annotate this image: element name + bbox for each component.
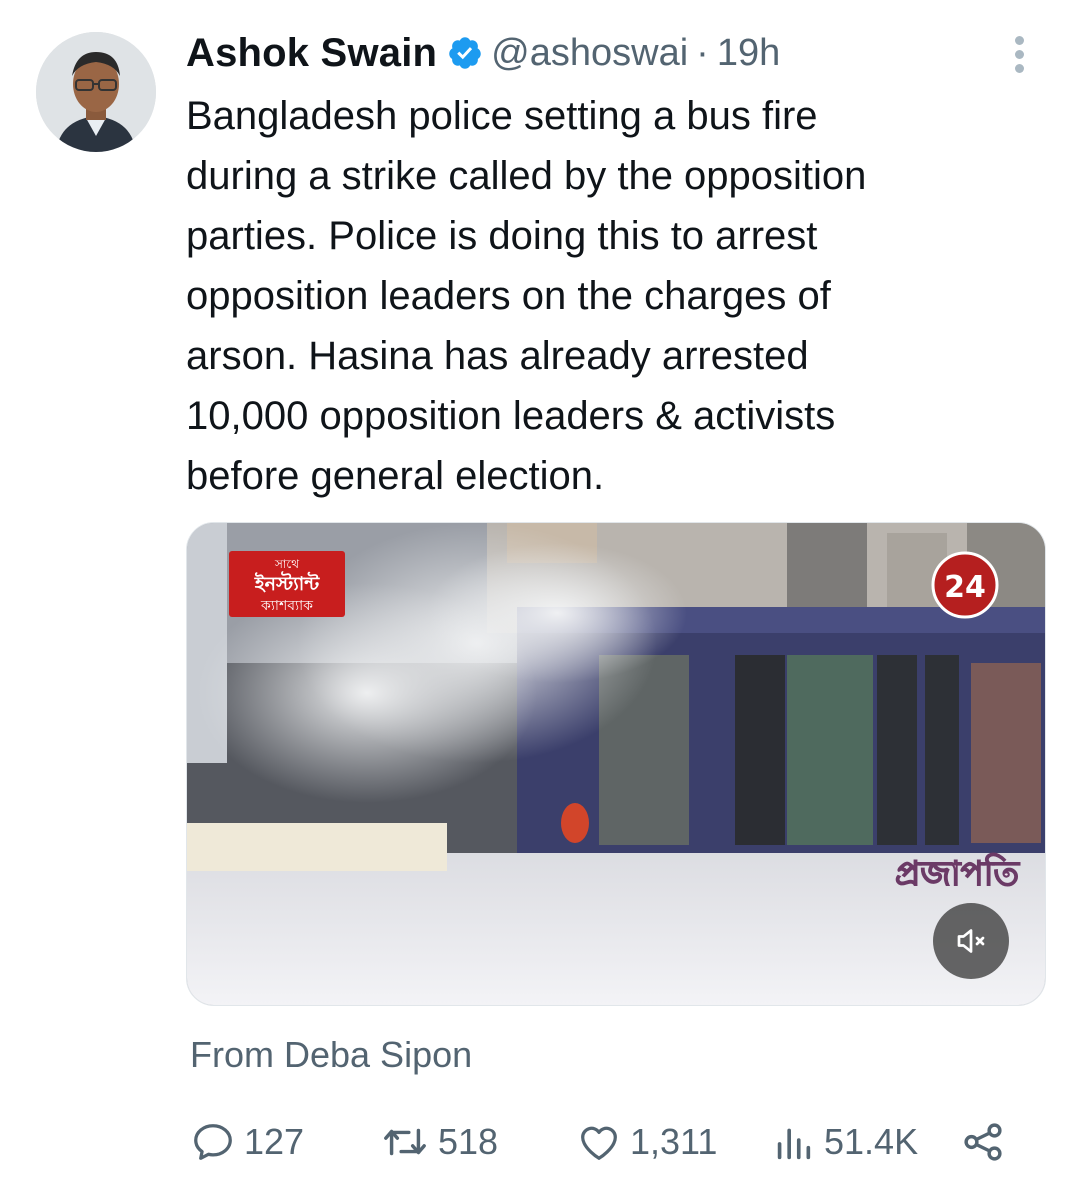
author-avatar[interactable] [36,32,156,152]
tweet-text-line: opposition leaders on the charges of [186,274,831,318]
repost-button[interactable]: 518 [380,1112,498,1172]
analytics-icon [777,1128,811,1160]
like-count: 1,311 [630,1121,718,1162]
tweet-text-line: during a strike called by the opposition [186,154,867,198]
mute-button[interactable] [933,903,1009,979]
reply-icon [194,1124,232,1160]
tweet-header: Ashok Swain @ashoswai · 19h [186,28,780,78]
like-button[interactable]: 1,311 [576,1112,717,1172]
tweet-text: Bangladesh police setting a bus fire dur… [186,86,1046,506]
tweet-text-line: arson. Hasina has already arrested [186,334,809,378]
repost-count: 518 [438,1121,499,1162]
heart-icon [581,1126,617,1160]
tweet-text-line: 10,000 opposition leaders & activists [186,394,836,438]
promo-badge-line: ক্যাশব্যাক [260,598,313,614]
author-name[interactable]: Ashok Swain [186,31,437,76]
promo-badge-line: সাথে [274,557,299,571]
avatar-photo [36,32,156,152]
reply-button[interactable]: 127 [190,1112,304,1172]
reply-count: 127 [244,1121,305,1162]
media-source-attribution[interactable]: From Deba Sipon [190,1034,472,1076]
bus-sign-text: প্রজাপতি [895,853,1020,894]
verified-badge-icon [449,37,481,69]
tweet-text-line: Bangladesh police setting a bus fire [186,94,818,138]
tweet-action-bar: 127 518 1,311 51.4K [190,1112,1020,1172]
author-handle[interactable]: @ashoswai [491,32,688,75]
video-frame: সাথে ইনস্ট্যান্ট ক্যাশব্যাক 24 প্রজাপতি [187,523,1045,1005]
video-player[interactable]: সাথে ইনস্ট্যান্ট ক্যাশব্যাক 24 প্রজাপতি [186,522,1046,1006]
channel-logo-text: 24 [944,570,986,605]
share-icon [964,1123,1002,1161]
share-button[interactable] [960,1112,1014,1172]
header-separator: · [696,31,709,74]
promo-badge-line: ইনস্ট্যান্ট [254,571,320,595]
tweet-text-line: parties. Police is doing this to arrest [186,214,818,258]
views-button[interactable]: 51.4K [770,1112,918,1172]
tweet-text-line: before general election. [186,454,605,498]
view-count: 51.4K [824,1121,919,1162]
speaker-muted-icon [957,929,985,953]
tweet-timestamp[interactable]: 19h [717,32,780,75]
repost-icon [384,1128,426,1156]
more-options-icon[interactable] [1004,36,1034,80]
